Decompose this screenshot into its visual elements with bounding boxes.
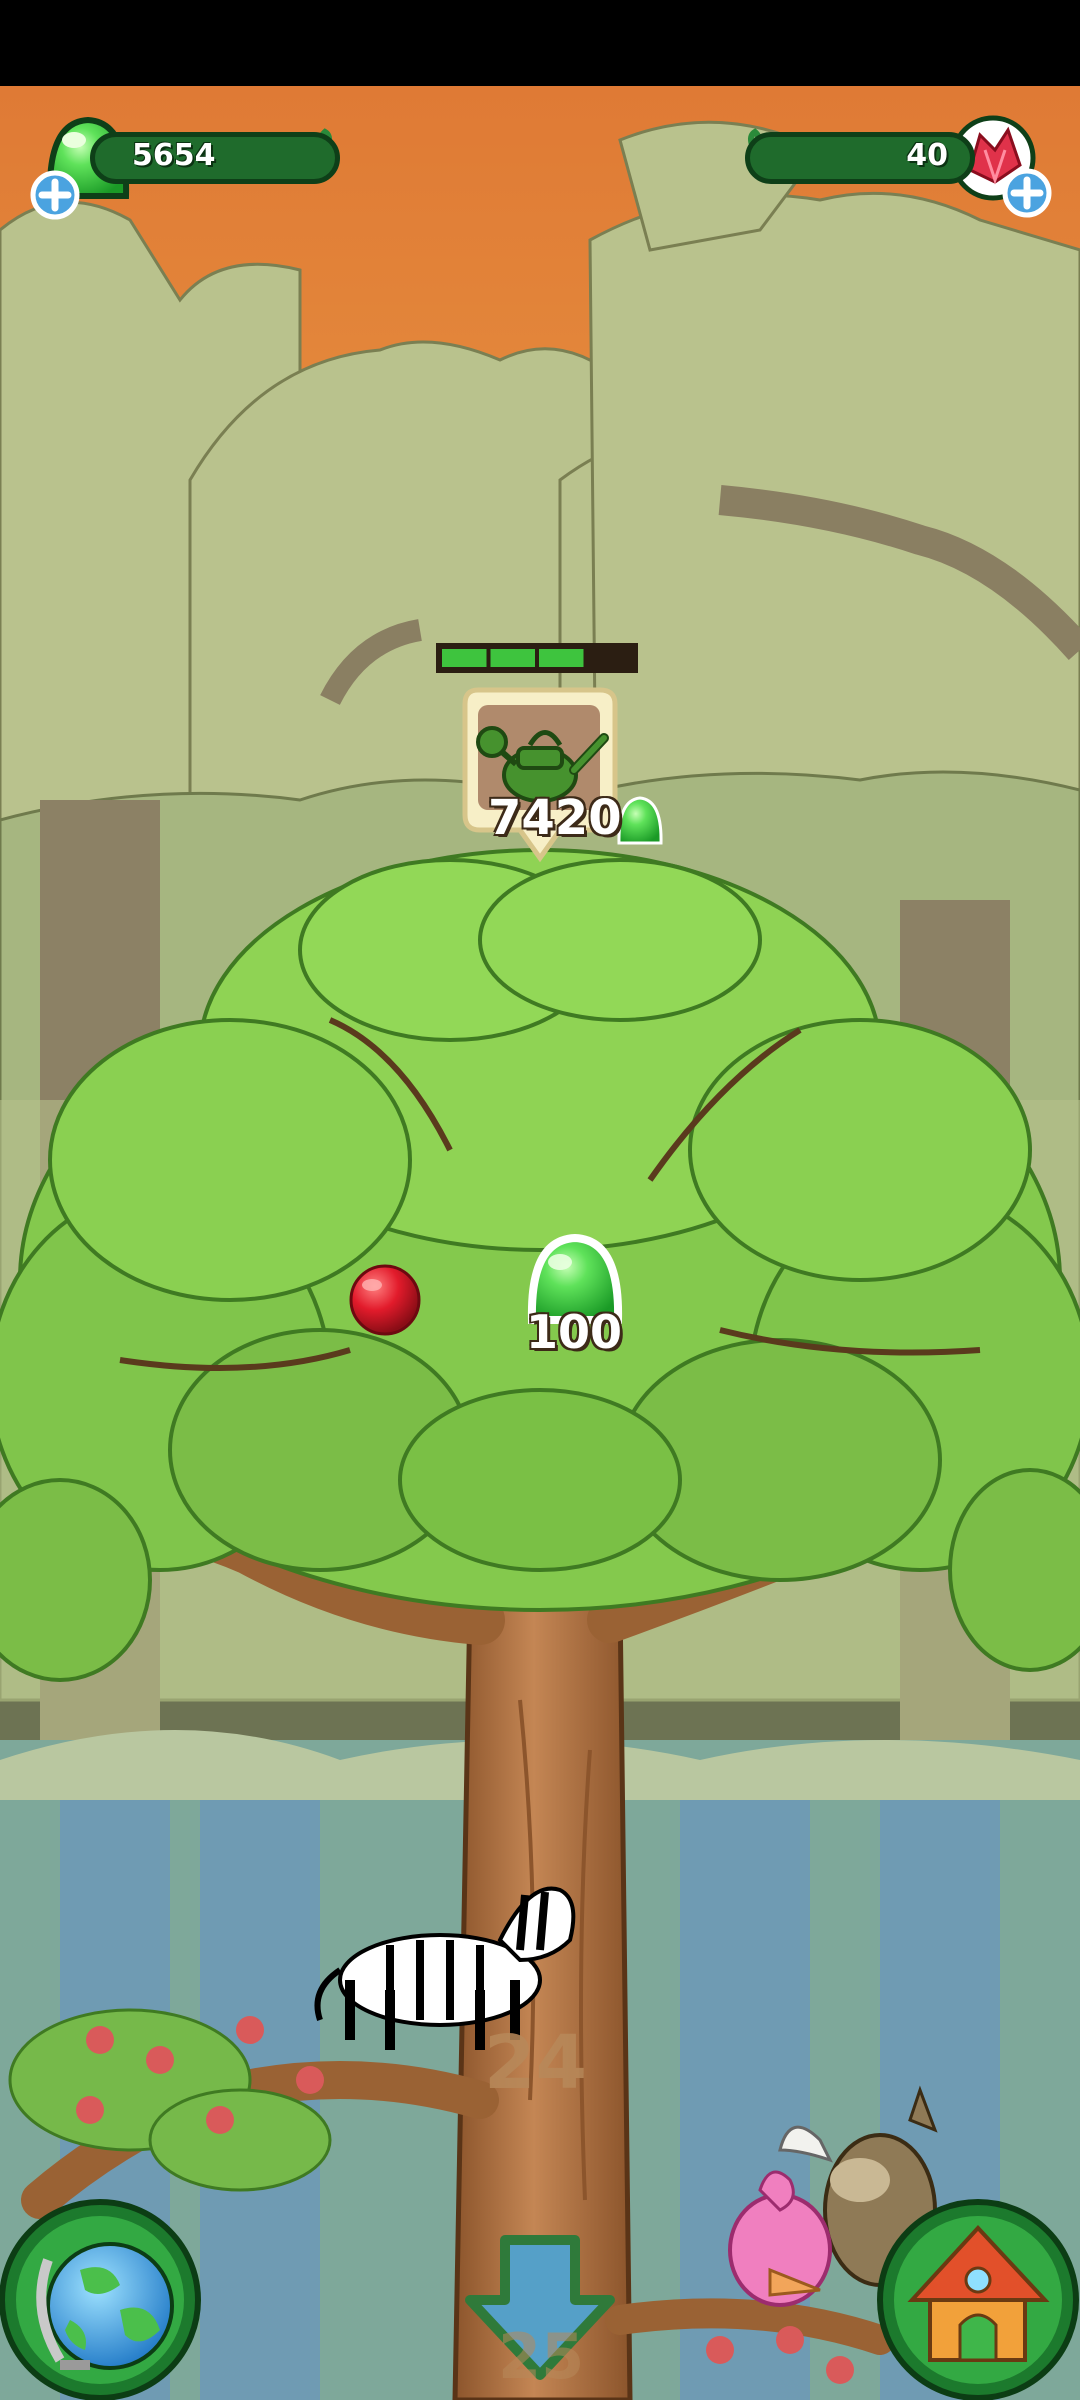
plus-icon[interactable] bbox=[30, 170, 80, 220]
next-branch-level-number: 25 bbox=[498, 2320, 585, 2393]
progress-segment bbox=[490, 649, 535, 667]
green-drop-icon bbox=[617, 796, 663, 845]
drop-bubble-value[interactable]: 100 bbox=[526, 1305, 622, 1359]
drops-counter: 5654 bbox=[132, 138, 216, 173]
progress-segment bbox=[587, 649, 632, 667]
upgrade-cost: 7420 bbox=[488, 790, 622, 846]
branch-level-number: 24 bbox=[484, 2020, 587, 2106]
plus-icon[interactable] bbox=[1002, 168, 1052, 218]
progress-segment bbox=[539, 649, 584, 667]
upgrade-progress-bar bbox=[436, 643, 638, 673]
gems-counter: 40 bbox=[906, 138, 948, 173]
red-apple-icon[interactable] bbox=[349, 1264, 421, 1336]
home-button[interactable] bbox=[877, 2199, 1079, 2400]
progress-segment bbox=[442, 649, 487, 667]
system-status-bar bbox=[0, 0, 1080, 86]
world-button[interactable] bbox=[0, 2199, 201, 2400]
